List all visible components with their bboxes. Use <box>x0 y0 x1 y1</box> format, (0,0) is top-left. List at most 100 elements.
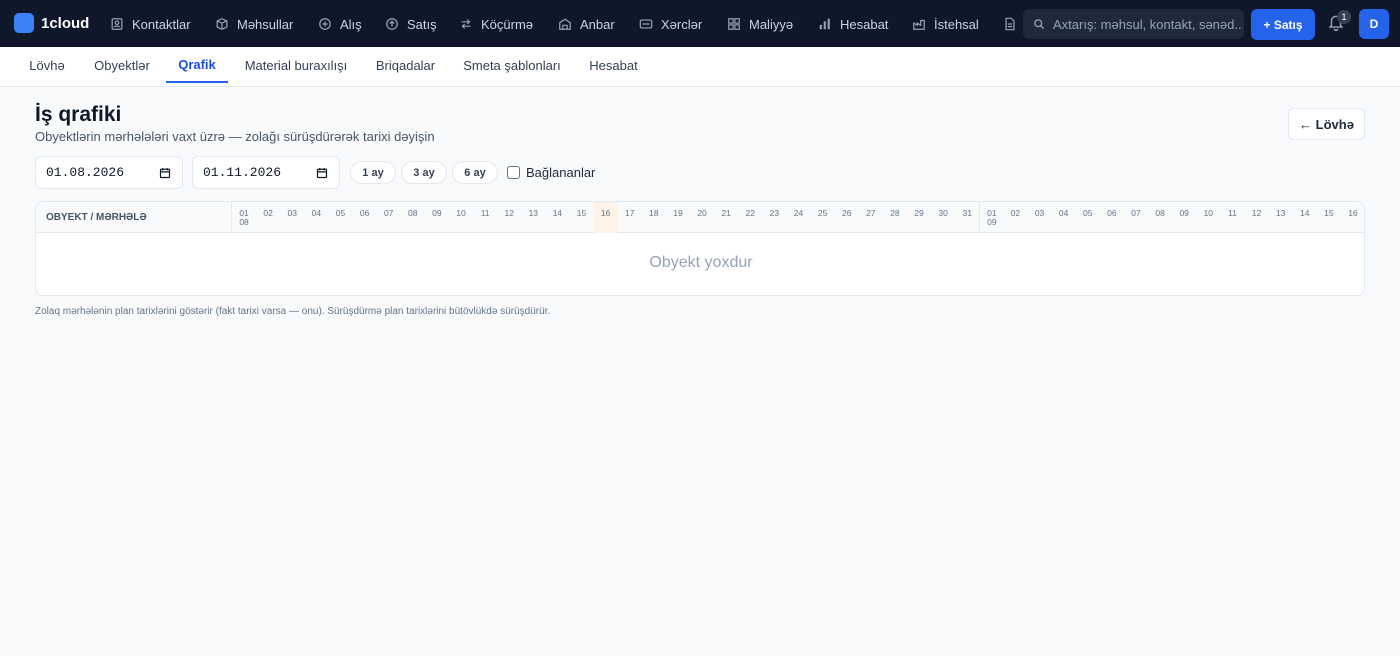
day-column-header: 13 <box>521 202 545 233</box>
tab-briqadalar[interactable]: Briqadalar <box>364 47 447 83</box>
day-column-header: 26 <box>835 202 859 233</box>
nav-item-satis[interactable]: Satış <box>385 15 437 33</box>
day-label: 12 <box>504 208 514 218</box>
day-column-header: 15 <box>569 202 593 233</box>
month-label: 08 <box>239 217 249 227</box>
day-column-header: 11 <box>473 202 497 233</box>
day-label: 03 <box>287 208 297 218</box>
day-label: 04 <box>311 208 322 218</box>
day-label: 21 <box>721 208 731 218</box>
tab-obyektler[interactable]: Obyektlər <box>82 47 162 83</box>
sale-icon <box>385 17 399 31</box>
nav-item-label: Kontaktlar <box>132 16 191 32</box>
day-column-header: 27 <box>859 202 883 233</box>
day-label: 11 <box>1227 208 1237 218</box>
calendar-icon[interactable] <box>316 167 328 179</box>
day-column-header: 09 <box>425 202 449 233</box>
day-label: 07 <box>383 208 394 218</box>
day-label: 23 <box>769 208 780 218</box>
day-label: 17 <box>625 208 635 218</box>
tab-smeta-sablonlari[interactable]: Smeta şablonları <box>451 47 573 83</box>
day-column-header: 05 <box>1076 202 1100 233</box>
search-input[interactable] <box>1053 16 1243 32</box>
nav-item-kontaktlar[interactable]: Kontaktlar <box>110 15 191 33</box>
day-label: 11 <box>480 208 490 218</box>
logo[interactable]: 1cloud <box>14 13 89 33</box>
logo-mark-icon <box>14 13 34 33</box>
date-from-value: 01.08.2026 <box>46 165 125 180</box>
gantt-footnote: Zolaq mərhələnin plan tarixlərini göstər… <box>35 306 551 317</box>
search-icon <box>1033 18 1045 30</box>
tab-material-buraxilisi[interactable]: Material buraxılışı <box>232 47 360 83</box>
dependencies-toggle[interactable]: Bağlananlar <box>507 165 595 180</box>
tab-hesabat[interactable]: Hesabat <box>577 47 650 83</box>
day-column-header: 01 09 <box>979 202 1003 233</box>
object-stage-column-header: OBYEKT / MƏRHƏLƏ <box>46 212 147 223</box>
dependencies-label: Bağlananlar <box>526 165 596 180</box>
date-to-input[interactable]: 01.11.2026 <box>192 156 340 189</box>
month-label: 09 <box>987 217 997 227</box>
date-from-input[interactable]: 01.08.2026 <box>35 156 183 189</box>
nav-item-xercler[interactable]: Xərclər <box>639 15 702 33</box>
day-column-header: 07 <box>1124 202 1148 233</box>
page-title: İş qrafiki <box>35 103 122 126</box>
day-label: 29 <box>914 208 924 218</box>
day-label: 08 <box>1155 208 1165 218</box>
nav-item-kocurme[interactable]: Köçürmə <box>459 15 533 33</box>
day-column-header: 10 <box>449 202 473 233</box>
range-6-month-button[interactable]: 6 ay <box>452 161 498 184</box>
day-column-header: 12 <box>1244 202 1268 233</box>
user-avatar[interactable]: D <box>1359 9 1389 39</box>
nav-item-label: İstehsal <box>934 16 979 32</box>
day-column-header: 08 <box>1148 202 1172 233</box>
tab-lovhe[interactable]: Lövhə <box>16 47 78 83</box>
purchase-icon <box>318 17 332 31</box>
new-sale-button[interactable]: + Satış <box>1251 9 1315 40</box>
day-column-header: 25 <box>811 202 835 233</box>
nav-item-istehsal[interactable]: İstehsal <box>912 15 979 33</box>
dependencies-checkbox[interactable] <box>507 166 520 179</box>
gantt-chart: OBYEKT / MƏRHƏLƏ 01 08 02 03 04 05 06 07 08 09 10 1… <box>35 201 1365 296</box>
day-label: 10 <box>1203 208 1214 218</box>
day-label: 10 <box>456 208 466 218</box>
nav-item-overflow[interactable] <box>1003 15 1025 33</box>
nav-item-anbar[interactable]: Anbar <box>558 15 615 33</box>
warehouse-icon <box>558 17 572 31</box>
expenses-icon <box>639 17 653 31</box>
module-tabs: Lövhə Obyektlər Qrafik Material buraxılı… <box>0 47 1400 87</box>
day-column-header: 28 <box>883 202 907 233</box>
day-column-header: 22 <box>738 202 762 233</box>
day-label: 15 <box>1324 208 1334 218</box>
nav-item-label: Hesabat <box>840 16 889 32</box>
nav-item-alis[interactable]: Alış <box>318 15 362 33</box>
back-to-board-button[interactable]: ← Lövhə <box>1288 108 1365 140</box>
contacts-icon <box>110 17 124 31</box>
day-column-header: 13 <box>1269 202 1293 233</box>
range-1-month-button[interactable]: 1 ay <box>350 161 396 184</box>
day-column-header: 31 <box>955 202 979 233</box>
day-label: 05 <box>335 208 346 218</box>
nav-item-hesabat[interactable]: Hesabat <box>818 15 888 33</box>
day-column-header: 11 <box>1220 202 1244 233</box>
day-column-header: 05 <box>328 202 352 233</box>
nav-item-mehsullar[interactable]: Məhsullar <box>215 15 293 33</box>
day-label: 04 <box>1058 208 1069 218</box>
day-label: 26 <box>841 208 852 218</box>
nav-item-maliyye[interactable]: Maliyyə <box>727 15 793 33</box>
day-column-header: 12 <box>497 202 521 233</box>
day-label: 02 <box>263 208 273 218</box>
calendar-icon[interactable] <box>159 167 171 179</box>
day-label: 19 <box>673 208 683 218</box>
global-search[interactable] <box>1023 9 1244 39</box>
date-to-value: 01.11.2026 <box>203 165 282 180</box>
nav-item-label: Məhsullar <box>237 16 294 32</box>
day-column-header: 04 <box>304 202 328 233</box>
finance-grid-icon <box>727 17 741 31</box>
day-column-header: 17 <box>618 202 642 233</box>
range-3-month-button[interactable]: 3 ay <box>401 161 447 184</box>
day-column-header: 03 <box>280 202 304 233</box>
day-label: 30 <box>938 208 948 218</box>
day-column-header: 29 <box>907 202 931 233</box>
factory-icon <box>912 17 926 31</box>
tab-qrafik[interactable]: Qrafik <box>166 47 228 83</box>
